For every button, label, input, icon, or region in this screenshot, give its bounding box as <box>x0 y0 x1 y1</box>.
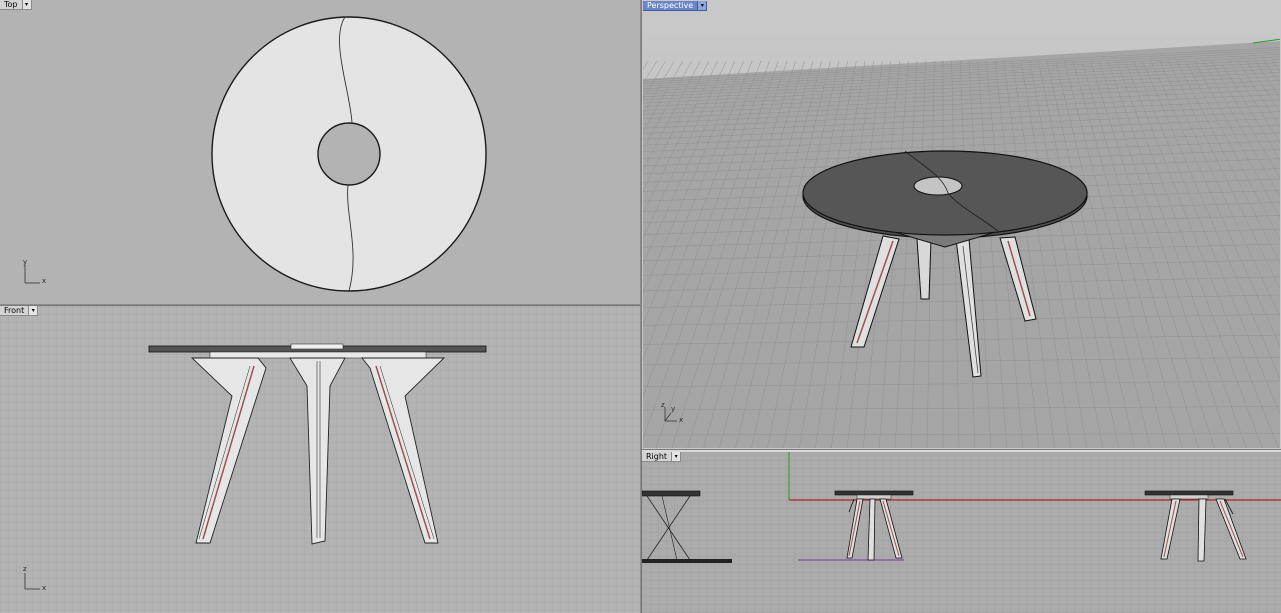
axis-label-x: x <box>42 584 47 592</box>
tabletop-ring <box>211 16 487 292</box>
table-top-plan <box>211 16 487 292</box>
center-hole <box>913 176 963 196</box>
viewport-title-perspective[interactable]: Perspective <box>643 1 699 11</box>
triangle-down-icon[interactable]: ▾ <box>29 306 39 316</box>
triangle-down-icon[interactable]: ▾ <box>22 0 32 10</box>
front-view-canvas[interactable] <box>0 306 641 613</box>
axis-label-z: z <box>661 401 665 409</box>
top-view-canvas[interactable] <box>0 0 641 305</box>
viewport-title-right[interactable]: Right <box>642 452 673 462</box>
viewport-tab-perspective[interactable]: Perspective ▾ <box>643 1 708 11</box>
viewport-title-front[interactable]: Front <box>0 306 30 316</box>
construction-grid <box>642 452 1281 613</box>
right-view-canvas[interactable] <box>642 452 1281 613</box>
front-viewport[interactable]: Front ▾ z x <box>0 306 641 613</box>
viewport-title-top[interactable]: Top <box>0 0 23 10</box>
right-viewport[interactable]: Right ▾ <box>642 450 1281 613</box>
top-viewport[interactable]: Top ▾ y x <box>0 0 641 305</box>
axis-label-x: x <box>42 277 47 285</box>
triangle-down-icon[interactable]: ▾ <box>672 452 682 462</box>
axis-label-x: x <box>679 416 684 424</box>
viewport-tab-right[interactable]: Right ▾ <box>642 452 682 462</box>
axis-label-y: y <box>23 258 28 266</box>
viewport-tab-front[interactable]: Front ▾ <box>0 306 39 316</box>
perspective-viewport[interactable]: Perspective ▾ z x y <box>642 0 1281 449</box>
perspective-canvas[interactable] <box>643 1 1281 449</box>
axis-label-y: y <box>671 405 676 413</box>
triangle-down-icon[interactable]: ▾ <box>698 1 708 11</box>
axis-label-z: z <box>23 565 27 573</box>
axis-widget-top <box>24 265 40 284</box>
viewport-tab-top[interactable]: Top ▾ <box>0 0 32 10</box>
